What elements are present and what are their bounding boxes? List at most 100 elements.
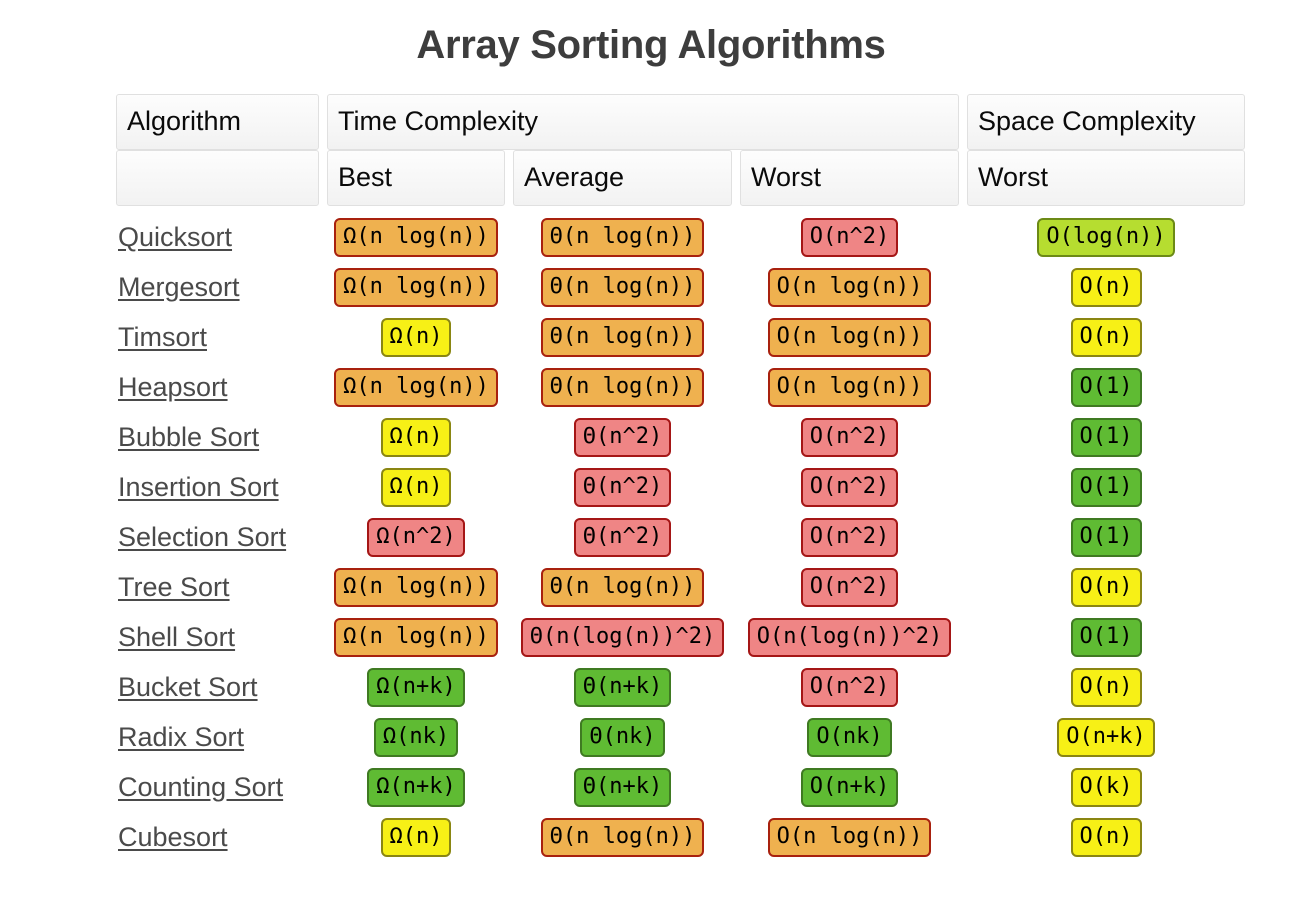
complexity-badge-worst-time: O(n log(n)) xyxy=(767,367,932,407)
sub-header-row: Best Average Worst Worst xyxy=(116,150,1246,206)
complexity-badge-worst-space: O(k) xyxy=(1070,767,1142,807)
page-root: Array Sorting Algorithms Algorithm Time … xyxy=(0,0,1302,922)
complexity-badge-worst-space: O(n) xyxy=(1070,817,1142,857)
complexity-badge-worst-space: O(n) xyxy=(1070,667,1142,707)
cell-worst-space: O(1) xyxy=(967,612,1245,662)
complexity-badge-best: Ω(nk) xyxy=(373,717,459,757)
subheader-worst-time: Worst xyxy=(740,150,960,206)
complexity-badge-best: Ω(n+k) xyxy=(367,667,465,707)
table-row: Insertion Sort Ω(n) Θ(n^2) O(n^2) O(1) xyxy=(116,462,1245,512)
cell-average: Θ(n^2) xyxy=(513,462,732,512)
subheader-best: Best xyxy=(327,150,505,206)
cell-average: Θ(n log(n)) xyxy=(513,212,732,262)
cell-worst-time: O(n log(n)) xyxy=(740,812,959,862)
cell-worst-space: O(n) xyxy=(967,662,1245,712)
cell-best: Ω(n) xyxy=(327,812,505,862)
algorithm-link[interactable]: Tree Sort xyxy=(116,562,319,612)
algorithm-link[interactable]: Selection Sort xyxy=(116,512,319,562)
complexity-badge-average: Θ(n log(n)) xyxy=(540,317,705,357)
cell-average: Θ(n log(n)) xyxy=(513,562,732,612)
algorithm-link[interactable]: Heapsort xyxy=(116,362,319,412)
cell-average: Θ(n log(n)) xyxy=(513,362,732,412)
complexity-badge-worst-time: O(n^2) xyxy=(800,517,899,557)
cell-worst-space: O(1) xyxy=(967,412,1245,462)
complexity-badge-average: Θ(n^2) xyxy=(573,517,672,557)
table-body: Quicksort Ω(n log(n)) Θ(n log(n)) O(n^2) O(l… xyxy=(116,206,1245,862)
cell-worst-time: O(n(log(n))^2) xyxy=(740,612,959,662)
cell-worst-time: O(n log(n)) xyxy=(740,312,959,362)
subheader-average: Average xyxy=(513,150,732,206)
algorithm-link[interactable]: Cubesort xyxy=(116,812,319,862)
cell-worst-space: O(1) xyxy=(967,512,1245,562)
algorithm-link[interactable]: Insertion Sort xyxy=(116,462,319,512)
complexity-badge-worst-space: O(1) xyxy=(1070,417,1142,457)
complexity-badge-best: Ω(n log(n)) xyxy=(334,567,498,607)
algorithm-link[interactable]: Quicksort xyxy=(116,212,319,262)
cell-worst-space: O(n) xyxy=(967,262,1245,312)
cell-worst-time: O(n^2) xyxy=(740,562,959,612)
cell-worst-time: O(n^2) xyxy=(740,212,959,262)
cell-worst-space: O(n+k) xyxy=(967,712,1245,762)
complexity-badge-best: Ω(n) xyxy=(380,417,452,457)
algorithm-link[interactable]: Counting Sort xyxy=(116,762,319,812)
algorithm-link[interactable]: Timsort xyxy=(116,312,319,362)
complexity-badge-average: Θ(n^2) xyxy=(573,467,672,507)
complexity-badge-average: Θ(n log(n)) xyxy=(540,367,705,407)
cell-average: Θ(n(log(n))^2) xyxy=(513,612,732,662)
cell-best: Ω(n log(n)) xyxy=(327,262,505,312)
cell-average: Θ(n log(n)) xyxy=(513,262,732,312)
complexity-badge-worst-time: O(nk) xyxy=(807,717,892,757)
complexity-badge-worst-time: O(n^2) xyxy=(800,667,899,707)
subheader-blank xyxy=(116,150,319,206)
table-row: Bubble Sort Ω(n) Θ(n^2) O(n^2) O(1) xyxy=(116,412,1245,462)
complexity-badge-best: Ω(n) xyxy=(380,817,452,857)
cell-best: Ω(n) xyxy=(327,462,505,512)
table-row: Selection Sort Ω(n^2) Θ(n^2) O(n^2) O(1) xyxy=(116,512,1245,562)
complexity-badge-worst-space: O(n) xyxy=(1070,567,1142,607)
cell-average: Θ(n+k) xyxy=(513,762,732,812)
complexity-badge-average: Θ(nk) xyxy=(580,717,665,757)
algorithm-link[interactable]: Shell Sort xyxy=(116,612,319,662)
complexity-badge-best: Ω(n^2) xyxy=(367,517,465,557)
cell-worst-time: O(n^2) xyxy=(740,462,959,512)
cell-worst-space: O(log(n)) xyxy=(967,212,1245,262)
complexity-badge-worst-time: O(n+k) xyxy=(800,767,899,807)
table-row: Bucket Sort Ω(n+k) Θ(n+k) O(n^2) O(n) xyxy=(116,662,1245,712)
cell-worst-time: O(n log(n)) xyxy=(740,262,959,312)
header-algorithm: Algorithm xyxy=(116,94,319,150)
algorithm-link[interactable]: Radix Sort xyxy=(116,712,319,762)
complexity-badge-average: Θ(n(log(n))^2) xyxy=(520,617,725,657)
cell-worst-space: O(n) xyxy=(967,812,1245,862)
table-row: Tree Sort Ω(n log(n)) Θ(n log(n)) O(n^2) O(n… xyxy=(116,562,1245,612)
cell-average: Θ(n^2) xyxy=(513,512,732,562)
table-row: Timsort Ω(n) Θ(n log(n)) O(n log(n)) O(n) xyxy=(116,312,1245,362)
complexity-badge-best: Ω(n+k) xyxy=(367,767,465,807)
complexity-badge-worst-time: O(n log(n)) xyxy=(767,267,932,307)
table-row: Quicksort Ω(n log(n)) Θ(n log(n)) O(n^2) O(l… xyxy=(116,212,1245,262)
algorithm-link[interactable]: Bucket Sort xyxy=(116,662,319,712)
cell-best: Ω(n log(n)) xyxy=(327,612,505,662)
algorithm-link[interactable]: Bubble Sort xyxy=(116,412,319,462)
complexity-badge-average: Θ(n log(n)) xyxy=(540,217,705,257)
complexity-badge-best: Ω(n) xyxy=(380,317,452,357)
complexity-badge-average: Θ(n^2) xyxy=(573,417,672,457)
table-row: Radix Sort Ω(nk) Θ(nk) O(nk) O(n+k) xyxy=(116,712,1245,762)
cell-worst-space: O(n) xyxy=(967,562,1245,612)
subheader-worst-space: Worst xyxy=(967,150,1246,206)
complexity-badge-worst-time: O(n^2) xyxy=(800,567,899,607)
cell-average: Θ(n log(n)) xyxy=(513,312,732,362)
algorithm-link[interactable]: Mergesort xyxy=(116,262,319,312)
complexity-badge-worst-time: O(n log(n)) xyxy=(767,317,932,357)
complexity-badge-worst-time: O(n(log(n))^2) xyxy=(747,617,952,657)
cell-best: Ω(n+k) xyxy=(327,662,505,712)
table-row: Mergesort Ω(n log(n)) Θ(n log(n)) O(n log(n… xyxy=(116,262,1245,312)
header-space-complexity: Space Complexity xyxy=(967,94,1246,150)
cell-worst-time: O(n^2) xyxy=(740,662,959,712)
table-row: Counting Sort Ω(n+k) Θ(n+k) O(n+k) O(k) xyxy=(116,762,1245,812)
cell-average: Θ(n^2) xyxy=(513,412,732,462)
cell-worst-time: O(n log(n)) xyxy=(740,362,959,412)
complexity-badge-average: Θ(n log(n)) xyxy=(540,817,705,857)
cell-worst-time: O(n^2) xyxy=(740,412,959,462)
cell-best: Ω(n log(n)) xyxy=(327,562,505,612)
cell-worst-time: O(n^2) xyxy=(740,512,959,562)
